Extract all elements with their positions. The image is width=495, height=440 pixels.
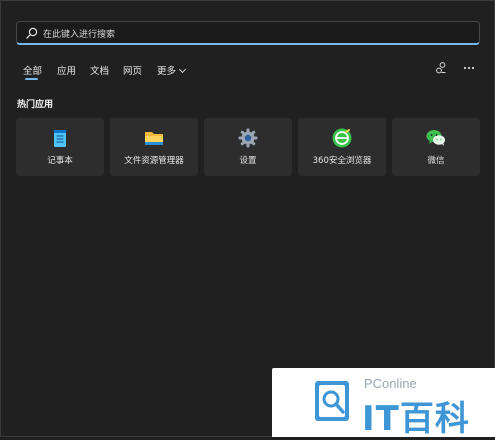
search-icon bbox=[26, 27, 38, 39]
wechat-icon bbox=[426, 130, 445, 146]
tab-all[interactable]: 全部 bbox=[23, 63, 42, 80]
tab-web[interactable]: 网页 bbox=[123, 63, 142, 77]
app-tile-label: 文件资源管理器 bbox=[124, 156, 184, 166]
pconline-logo bbox=[315, 381, 349, 421]
app-tile-label: 微信 bbox=[427, 156, 445, 166]
watermark: PConline IT百科 bbox=[272, 368, 495, 439]
gear-icon bbox=[238, 128, 258, 148]
app-tile-notepad[interactable]: 记事本 bbox=[16, 118, 104, 176]
app-tile-label: 360安全浏览器 bbox=[312, 156, 372, 166]
folder-icon bbox=[145, 132, 163, 145]
tab-documents[interactable]: 文档 bbox=[90, 63, 109, 77]
section-title: 热门应用 bbox=[17, 100, 54, 110]
app-tile-360-browser[interactable]: 360安全浏览器 bbox=[298, 118, 386, 176]
app-tile-label: 设置 bbox=[239, 156, 257, 166]
search-box[interactable]: 在此键入进行搜索 bbox=[16, 21, 480, 45]
more-options-icon[interactable] bbox=[462, 61, 476, 75]
tab-more-label: 更多 bbox=[157, 66, 177, 77]
app-tile-settings[interactable]: 设置 bbox=[204, 118, 292, 176]
app-tile-file-explorer[interactable]: 文件资源管理器 bbox=[110, 118, 198, 176]
chevron-down-icon bbox=[178, 65, 187, 74]
watermark-sub: PConline bbox=[364, 376, 417, 391]
notepad-icon bbox=[54, 130, 66, 147]
browser-360-icon bbox=[332, 128, 352, 148]
app-tile-wechat[interactable]: 微信 bbox=[392, 118, 480, 176]
tab-apps[interactable]: 应用 bbox=[57, 63, 76, 77]
search-input[interactable]: 在此键入进行搜索 bbox=[43, 27, 115, 40]
watermark-main: IT百科 bbox=[362, 399, 470, 439]
tab-more[interactable]: 更多 bbox=[157, 63, 187, 77]
account-switch-icon[interactable] bbox=[434, 61, 448, 75]
app-tile-label: 记事本 bbox=[47, 156, 73, 166]
